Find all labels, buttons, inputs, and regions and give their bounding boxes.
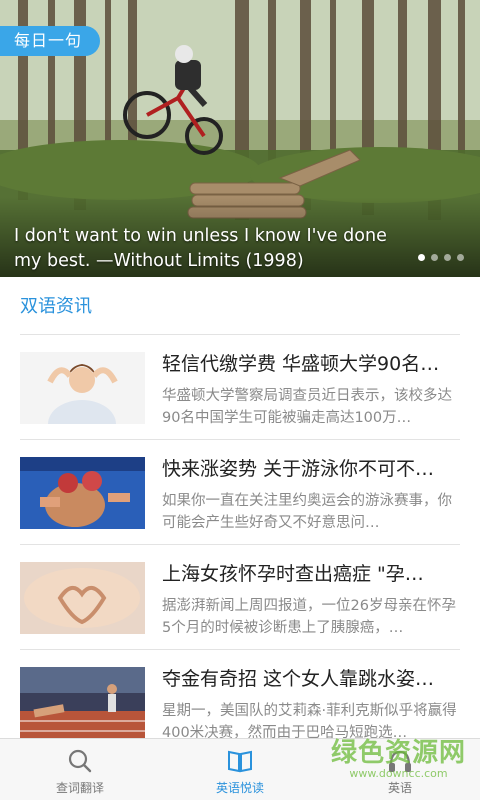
news-item[interactable]: 上海女孩怀孕时查出癌症 "孕… 据澎湃新闻上周四报道，一位26岁母亲在怀孕5个月… [0, 545, 480, 650]
watermark-url: www.downcc.com [349, 767, 448, 780]
tab-label: 查词翻译 [55, 781, 104, 795]
search-icon [68, 749, 92, 773]
book-icon [228, 750, 252, 773]
carousel-dot[interactable] [457, 254, 464, 261]
news-summary: 华盛顿大学警察局调查员近日表示，该校多达90名中国学生可能被骗走高达100万… [162, 388, 452, 426]
news-title: 轻信代缴学费 华盛顿大学90名… [162, 353, 440, 375]
tab-label: 英语 [387, 781, 412, 795]
carousel-dot[interactable] [418, 254, 425, 261]
news-thumbnail-swimmers [20, 457, 145, 529]
watermark-text: 绿色资源网 [330, 738, 466, 768]
news-title: 上海女孩怀孕时查出癌症 "孕… [162, 563, 424, 585]
daily-quote-tag: 每日一句 [0, 26, 100, 56]
news-item[interactable]: 快来涨姿势 关于游泳你不可不… 如果你一直在关注里约奥运会的游泳赛事，你可能会产… [0, 440, 480, 545]
tab-dictionary[interactable]: 查词翻译 [0, 739, 160, 800]
daily-quote-text: I don't want to win unless I know I've d… [14, 226, 387, 271]
tab-reading[interactable]: 英语悦读 [160, 739, 320, 800]
carousel-dots[interactable] [418, 254, 464, 261]
tab-label: 英语悦读 [215, 781, 264, 795]
news-title: 夺金有奇招 这个女人靠跳水姿… [162, 668, 435, 690]
news-thumbnail-track-race [20, 667, 145, 739]
news-title: 快来涨姿势 关于游泳你不可不… [162, 458, 435, 480]
news-item[interactable]: 轻信代缴学费 华盛顿大学90名… 华盛顿大学警察局调查员近日表示，该校多达90名… [0, 335, 480, 440]
section-title: 双语资讯 [20, 296, 92, 317]
news-summary: 如果你一直在关注里约奥运会的游泳赛事，你可能会产生些好奇又不好意思问… [162, 493, 452, 531]
site-watermark: 绿色资源网 www.downcc.com [331, 732, 466, 780]
news-summary: 据澎湃新闻上周四报道，一位26岁母亲在怀孕5个月的时候被诊断患上了胰腺癌，… [162, 598, 456, 636]
news-list: 轻信代缴学费 华盛顿大学90名… 华盛顿大学警察局调查员近日表示，该校多达90名… [0, 335, 480, 755]
news-thumbnail-pregnant-belly [20, 562, 145, 634]
news-thumbnail-stressed-woman [20, 352, 145, 424]
daily-quote-banner[interactable]: 每日一句 I don't want to win unless I know I… [0, 0, 480, 277]
carousel-dot[interactable] [444, 254, 451, 261]
carousel-dot[interactable] [431, 254, 438, 261]
